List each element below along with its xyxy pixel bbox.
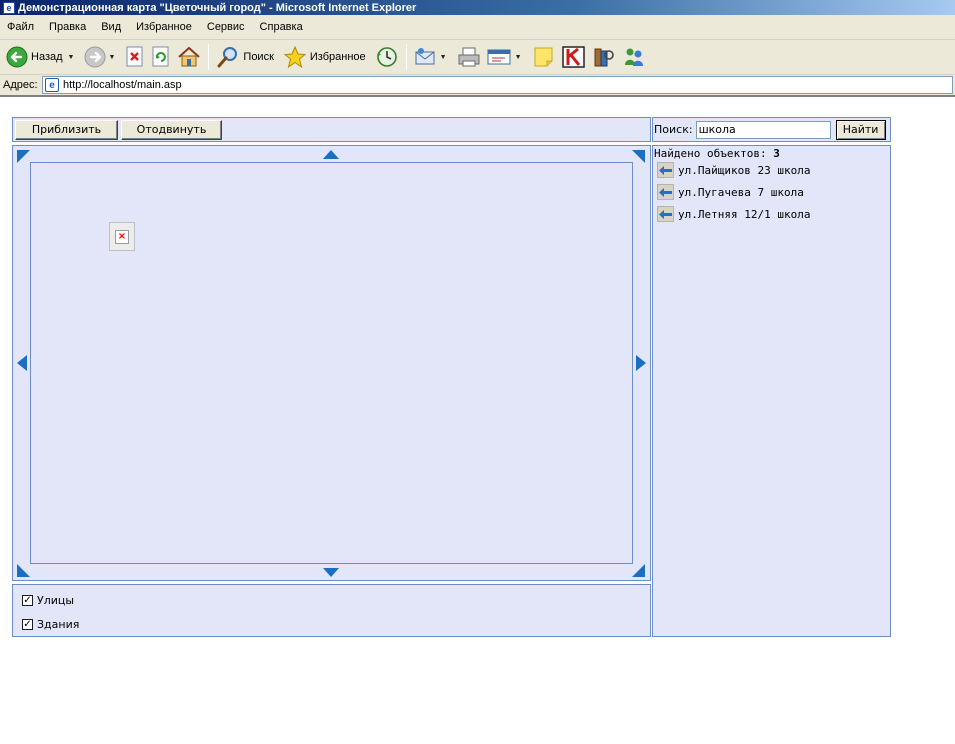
find-button[interactable]: Найти xyxy=(835,119,886,140)
search-field-label: Поиск: xyxy=(654,123,693,136)
buildings-checkbox[interactable]: ✓ xyxy=(22,619,33,630)
result-label[interactable]: ул.Пайщиков 23 школа xyxy=(678,164,810,177)
kaspersky-icon xyxy=(561,46,585,68)
print-button[interactable] xyxy=(454,42,484,72)
streets-label: Улицы xyxy=(37,594,75,607)
menu-file[interactable]: Файл xyxy=(2,21,39,33)
search-panel: Поиск: школа Найти xyxy=(652,117,891,142)
pan-north-icon[interactable] xyxy=(323,149,339,159)
pan-southeast-icon[interactable] xyxy=(632,564,645,577)
forward-arrow-icon xyxy=(84,46,106,68)
history-icon xyxy=(376,47,397,67)
kaspersky-button[interactable] xyxy=(559,42,589,72)
result-item[interactable]: ул.Пайщиков 23 школа xyxy=(657,162,810,178)
menu-tools[interactable]: Сервис xyxy=(202,21,250,33)
found-label: Найдено объектов: xyxy=(654,147,767,160)
toolbar-separator xyxy=(208,44,210,70)
magnifier-icon xyxy=(217,47,238,68)
pan-southwest-icon[interactable] xyxy=(17,564,30,577)
home-button[interactable] xyxy=(174,42,204,72)
streets-checkbox[interactable]: ✓ xyxy=(22,595,33,606)
address-bar: Адрес: e http://localhost/main.asp xyxy=(0,75,955,97)
sticky-note-icon xyxy=(534,47,553,67)
search-label: Поиск xyxy=(243,51,274,63)
address-field[interactable]: e http://localhost/main.asp xyxy=(42,76,953,94)
stop-icon xyxy=(126,46,143,67)
result-label[interactable]: ул.Летняя 12/1 школа xyxy=(678,208,810,221)
pan-east-icon[interactable] xyxy=(636,355,647,371)
mail-dropdown-icon[interactable]: ▼ xyxy=(440,54,447,61)
show-on-map-icon[interactable] xyxy=(657,162,674,178)
results-count-line: Найдено объектов: 3 xyxy=(654,147,780,160)
edit-page-icon xyxy=(487,49,511,65)
menu-help[interactable]: Справка xyxy=(255,21,308,33)
buildings-label: Здания xyxy=(37,618,80,631)
menu-edit[interactable]: Правка xyxy=(44,21,91,33)
messenger-button[interactable] xyxy=(619,42,649,72)
search-button[interactable]: Поиск xyxy=(213,42,279,72)
map-view[interactable]: × xyxy=(30,162,633,564)
toolbar-separator xyxy=(405,44,407,70)
title-bar: e Демонстрационная карта "Цветочный горо… xyxy=(0,0,955,15)
menu-bar: Файл Правка Вид Избранное Сервис Справка xyxy=(0,15,955,40)
results-panel: Найдено объектов: 3 ул.Пайщиков 23 школа… xyxy=(652,145,891,637)
menu-favorites[interactable]: Избранное xyxy=(131,21,197,33)
result-item[interactable]: ул.Пугачева 7 школа xyxy=(657,184,804,200)
back-label: Назад xyxy=(31,51,63,63)
back-button[interactable]: Назад ▼ xyxy=(3,42,81,72)
research-button[interactable] xyxy=(589,42,619,72)
result-label[interactable]: ул.Пугачева 7 школа xyxy=(678,186,804,199)
map-panel: × xyxy=(12,145,651,581)
star-icon xyxy=(283,46,307,68)
research-icon xyxy=(594,48,614,67)
show-on-map-icon[interactable] xyxy=(657,206,674,222)
mail-button[interactable]: ▼ xyxy=(411,42,454,72)
printer-icon xyxy=(458,47,480,67)
back-dropdown-icon[interactable]: ▼ xyxy=(68,54,75,61)
page-icon: e xyxy=(45,78,59,92)
found-count: 3 xyxy=(773,147,780,160)
home-icon xyxy=(178,46,201,67)
pan-northeast-icon[interactable] xyxy=(632,150,645,163)
zoom-out-button[interactable]: Отодвинуть xyxy=(121,119,222,140)
favorites-label: Избранное xyxy=(309,51,366,63)
window-title: Демонстрационная карта "Цветочный город"… xyxy=(18,1,417,14)
address-url: http://localhost/main.asp xyxy=(63,79,182,91)
forward-button[interactable]: ▼ xyxy=(81,42,122,72)
zoom-bar: Приблизить Отодвинуть xyxy=(12,117,651,142)
pan-west-icon[interactable] xyxy=(16,355,27,371)
back-arrow-icon xyxy=(6,46,28,68)
layer-buildings[interactable]: ✓ Здания xyxy=(22,618,79,631)
messenger-icon xyxy=(624,48,643,66)
ie-icon: e xyxy=(3,1,15,14)
edit-button[interactable]: ▼ xyxy=(484,42,529,72)
search-input[interactable]: школа xyxy=(695,120,831,139)
layers-panel: ✓ Улицы ✓ Здания xyxy=(12,584,651,637)
stop-button[interactable] xyxy=(122,42,148,72)
history-button[interactable] xyxy=(372,42,402,72)
broken-image-icon: × xyxy=(109,222,135,251)
edit-dropdown-icon[interactable]: ▼ xyxy=(515,54,522,61)
toolbar: Назад ▼ ▼ Поиск Избранное ▼ ▼ xyxy=(0,40,955,75)
notes-button[interactable] xyxy=(529,42,559,72)
result-item[interactable]: ул.Летняя 12/1 школа xyxy=(657,206,810,222)
pan-south-icon[interactable] xyxy=(323,568,339,578)
menu-view[interactable]: Вид xyxy=(96,21,126,33)
show-on-map-icon[interactable] xyxy=(657,184,674,200)
pan-northwest-icon[interactable] xyxy=(17,150,30,163)
refresh-button[interactable] xyxy=(148,42,174,72)
address-label: Адрес: xyxy=(3,79,38,91)
refresh-icon xyxy=(152,46,169,67)
mail-icon xyxy=(415,48,435,65)
zoom-in-button[interactable]: Приблизить xyxy=(15,119,118,140)
favorites-button[interactable]: Избранное xyxy=(280,42,372,72)
layer-streets[interactable]: ✓ Улицы xyxy=(22,594,74,607)
forward-dropdown-icon[interactable]: ▼ xyxy=(108,54,115,61)
